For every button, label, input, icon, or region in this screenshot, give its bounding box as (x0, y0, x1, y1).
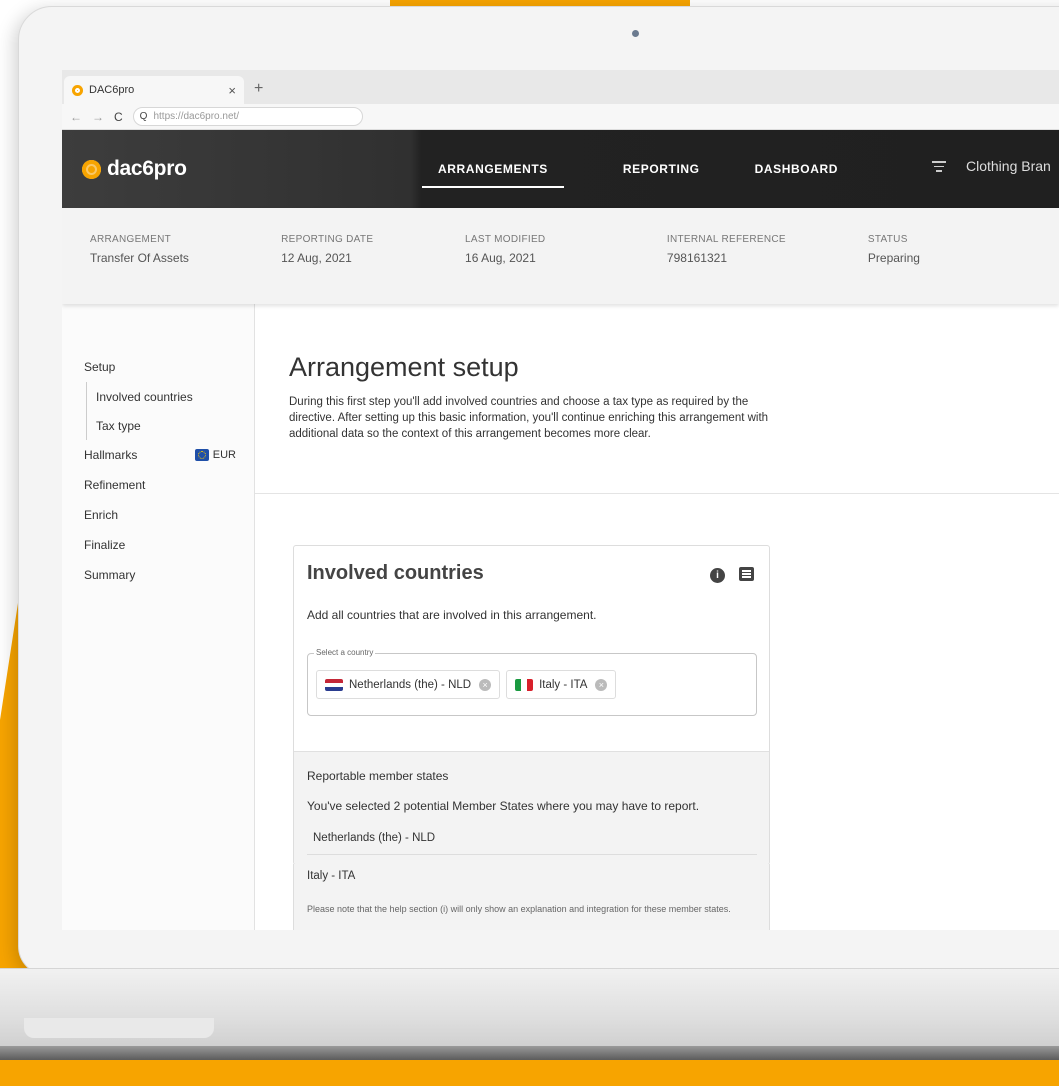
chip-label: Netherlands (the) - NLD (349, 678, 472, 691)
info-value: 12 Aug, 2021 (281, 251, 352, 265)
back-arrow-icon[interactable]: ← (70, 110, 82, 124)
currency-badge: EUR (194, 440, 236, 470)
logo-icon (82, 159, 101, 179)
info-label: INTERNAL REFERENCE (666, 234, 786, 245)
info-icon[interactable]: i (710, 568, 725, 583)
currency-label: EUR (212, 449, 236, 461)
nav-dashboard[interactable]: DASHBOARD (755, 138, 838, 200)
selected-country-chips: Netherlands (the) - NLD × Italy - ITA × (316, 670, 622, 699)
webcam (632, 30, 639, 37)
org-switcher[interactable]: Clothing Bran (932, 158, 1051, 175)
member-state-item: Italy - ITA (307, 870, 356, 882)
member-states-description: You've selected 2 potential Member State… (307, 799, 700, 813)
info-status: STATUS Preparing (868, 234, 1059, 304)
chip-label: Italy - ITA (539, 678, 588, 691)
eu-flag-icon (194, 449, 209, 461)
sidebar-item-tax-type[interactable]: Tax type (96, 411, 254, 440)
involved-countries-card: Involved countries i Add all countries t… (293, 545, 770, 865)
new-tab-button[interactable]: + (254, 80, 263, 98)
info-last-modified: LAST MODIFIED 16 Aug, 2021 (465, 234, 667, 304)
favicon-icon (72, 84, 83, 96)
info-value: 798161321 (666, 251, 727, 265)
laptop-screen: DAC6pro × + ← → C Q https://dac6pro.net/… (62, 70, 1059, 930)
app-navbar: dac6pro ARRANGEMENTS REPORTING DASHBOARD… (62, 130, 1059, 208)
org-name: Clothing Bran (966, 158, 1051, 175)
remove-chip-icon[interactable]: × (595, 678, 608, 691)
member-state-item: Netherlands (the) - NLD (313, 832, 436, 844)
section-divider (255, 493, 1059, 494)
comment-icon[interactable] (739, 567, 754, 581)
remove-chip-icon[interactable]: × (479, 678, 492, 691)
info-reporting-date: REPORTING DATE 12 Aug, 2021 (281, 234, 465, 304)
member-states-continued: Italy - ITA Please note that the help se… (293, 864, 770, 930)
forward-arrow-icon[interactable]: → (92, 110, 104, 124)
reload-icon[interactable]: C (114, 110, 123, 124)
intro-text: During this first step you'll add involv… (289, 396, 769, 440)
sidebar-item-enrich[interactable]: Enrich (84, 500, 254, 530)
background-orange-bottom (0, 1060, 1059, 1086)
nav-reporting[interactable]: REPORTING (623, 138, 700, 200)
member-divider (307, 854, 757, 855)
card-title: Involved countries (307, 562, 484, 584)
info-value: Transfer Of Assets (90, 251, 189, 265)
sidebar-item-finalize[interactable]: Finalize (84, 530, 254, 560)
sidebar-item-setup[interactable]: Setup (84, 352, 254, 382)
info-value: Preparing (867, 251, 920, 265)
sidebar-item-label: Hallmarks (84, 448, 138, 462)
info-label: ARRANGEMENT (90, 234, 172, 245)
country-chip-ita[interactable]: Italy - ITA × (506, 670, 617, 699)
country-chip-nld[interactable]: Netherlands (the) - NLD × (316, 670, 501, 699)
laptop-base-shadow (0, 1046, 1059, 1060)
sidebar-item-summary[interactable]: Summary (84, 560, 254, 590)
card-description: Add all countries that are involved in t… (307, 608, 597, 622)
browser-tab[interactable]: DAC6pro × (64, 76, 244, 104)
page-body: Setup Involved countries Tax type Hallma… (62, 304, 1059, 930)
tab-title: DAC6pro (89, 84, 135, 96)
page-title: Arrangement setup (289, 352, 519, 382)
italy-flag-icon (515, 678, 534, 691)
arrangement-info-bar: ARRANGEMENT Transfer Of Assets REPORTING… (62, 208, 1059, 304)
info-value: 16 Aug, 2021 (465, 251, 536, 265)
browser-address-bar: ← → C Q https://dac6pro.net/ (62, 104, 1059, 130)
url-text: https://dac6pro.net/ (153, 111, 240, 122)
browser-tab-bar: DAC6pro × + (62, 70, 1059, 104)
member-states-note: Please note that the help section (i) wi… (307, 904, 731, 914)
search-icon: Q (139, 111, 148, 122)
url-input[interactable]: Q https://dac6pro.net/ (132, 107, 363, 126)
info-internal-reference: INTERNAL REFERENCE 798161321 (667, 234, 868, 304)
member-states-title: Reportable member states (307, 769, 449, 783)
sidebar-item-involved-countries[interactable]: Involved countries (96, 382, 254, 411)
info-label: STATUS (867, 234, 908, 245)
laptop-base-lip (24, 1018, 214, 1038)
info-label: LAST MODIFIED (465, 234, 546, 245)
info-arrangement: ARRANGEMENT Transfer Of Assets (90, 234, 281, 304)
sidebar-item-refinement[interactable]: Refinement (84, 470, 254, 500)
logo-text: dac6pro (107, 157, 187, 180)
nav-arrangements[interactable]: ARRANGEMENTS (422, 138, 564, 200)
filter-icon[interactable] (932, 158, 946, 175)
country-select[interactable]: Select a country Netherlands (the) - NLD… (307, 648, 757, 716)
info-label: REPORTING DATE (281, 234, 374, 245)
logo[interactable]: dac6pro (82, 157, 419, 181)
reportable-member-states: Reportable member states You've selected… (294, 751, 769, 864)
netherlands-flag-icon (325, 678, 343, 691)
sidebar-item-hallmarks[interactable]: Hallmarks EUR (84, 440, 254, 470)
tab-close-button[interactable]: × (228, 83, 236, 98)
main-content: Arrangement setup During this first step… (255, 304, 1059, 930)
select-label: Select a country (314, 648, 376, 657)
step-sidebar: Setup Involved countries Tax type Hallma… (62, 304, 255, 930)
setup-subitems: Involved countries Tax type (86, 382, 254, 440)
